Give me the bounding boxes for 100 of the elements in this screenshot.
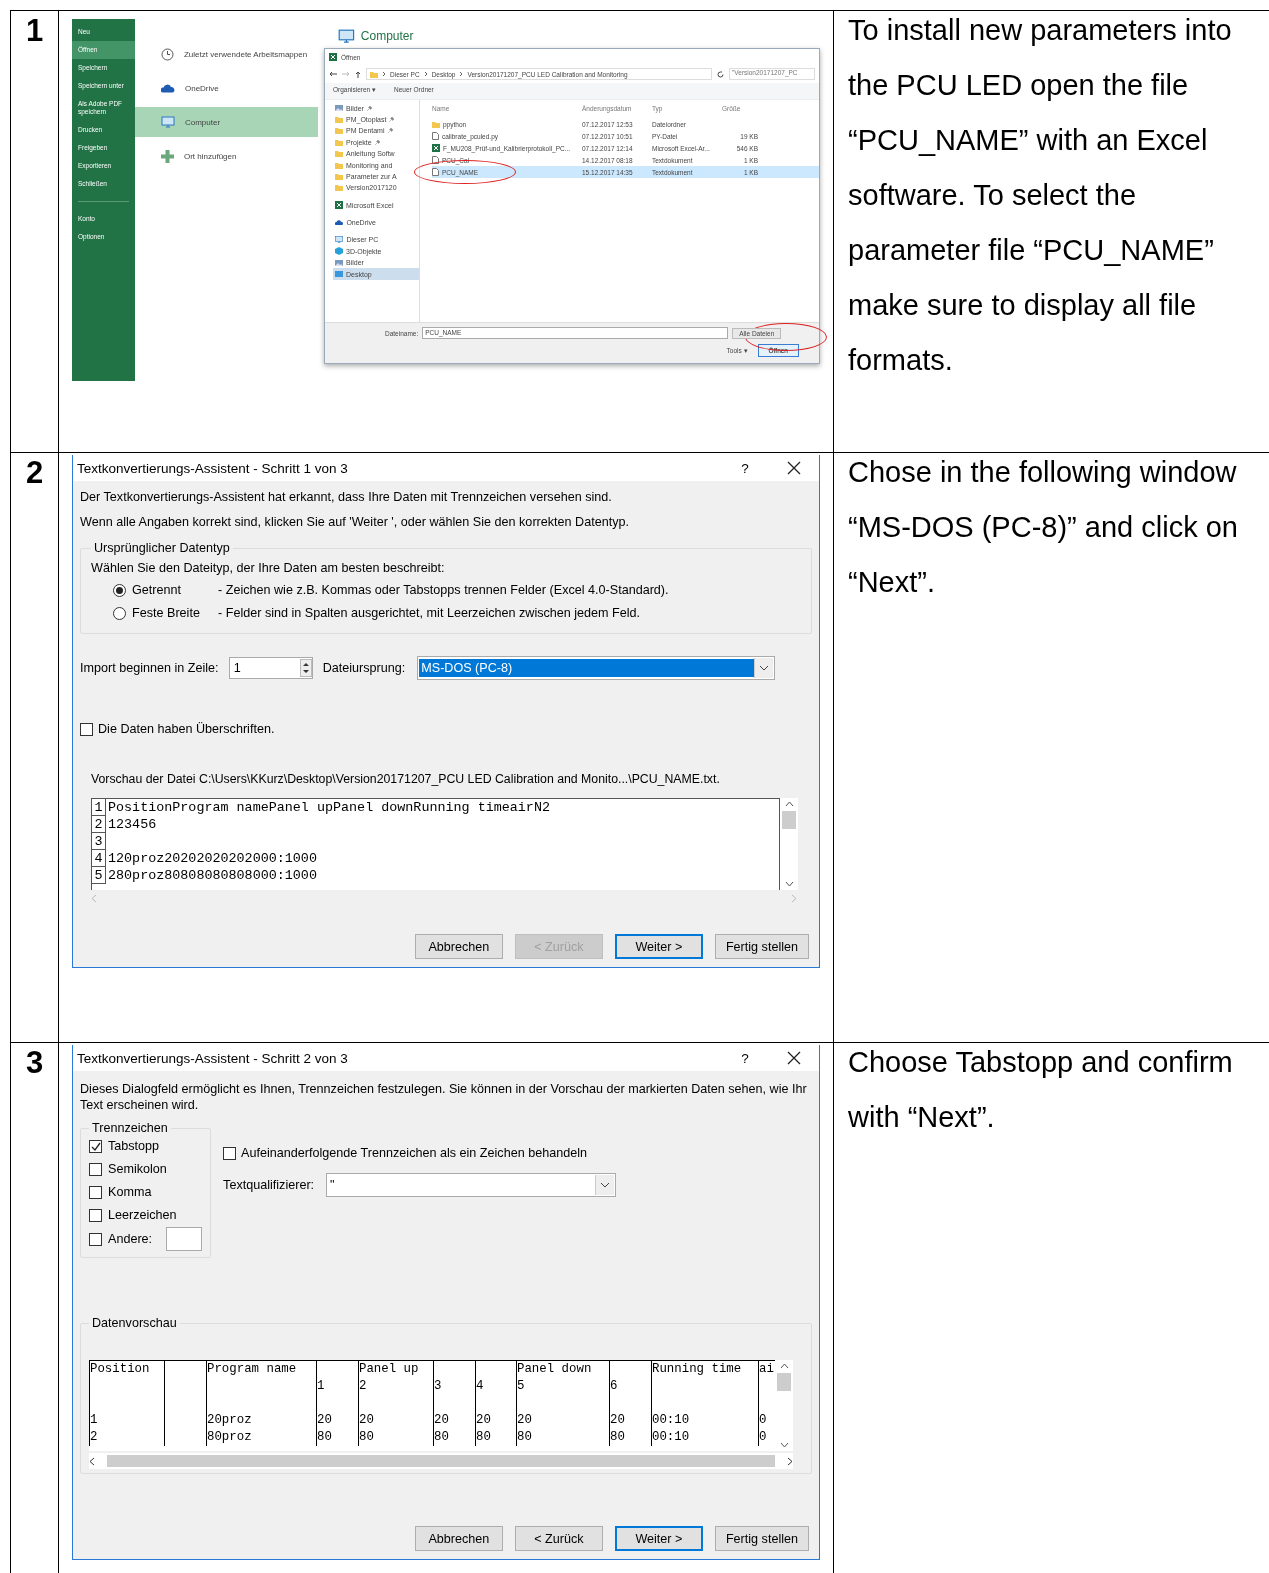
caret-down-icon — [759, 665, 770, 671]
table-cell: 80 — [316, 1429, 358, 1446]
scroll-right-icon — [791, 893, 797, 903]
refresh-icon[interactable] — [717, 70, 724, 78]
plus-icon — [160, 149, 174, 163]
instruction-text: Chose in the following window “MS-DOS (PC-8)” and click on “Next”. — [848, 455, 1239, 600]
input-field[interactable] — [166, 1227, 203, 1251]
scroll-thumb[interactable] — [782, 811, 796, 829]
chevron-right-icon — [382, 71, 386, 78]
checkbox-label[interactable]: Tabstopp — [108, 1135, 160, 1158]
table-cell: 20proz — [206, 1412, 316, 1429]
checkbox-label[interactable]: Andere: — [108, 1227, 153, 1251]
intro-text: Dieses Dialogfeld ermöglicht es Ihnen, Trennzeichen festzulegen. Sie können in der Vorschau der markierten Daten sehen, wie Ihr Text erscheinen wird. — [79, 1081, 808, 1113]
table-cell: 20 — [475, 1412, 516, 1429]
checkbox[interactable] — [80, 722, 93, 736]
qualifier-dropdown[interactable]: " — [326, 1173, 617, 1197]
step-number: 3 — [25, 1045, 44, 1081]
spreadsheet-icon — [335, 201, 343, 210]
chevron-right-icon — [423, 71, 428, 78]
cloud-icon — [160, 83, 175, 93]
preview-line: 123456 — [107, 816, 157, 833]
dialog-button[interactable]: Weiter > — [614, 1526, 703, 1551]
group-prompt: Wählen Sie den Dateityp, der Ihre Daten am besten beschreibt: — [91, 561, 445, 575]
table-cell: 2 — [358, 1378, 433, 1395]
field-label: Dateiursprung: — [322, 661, 406, 675]
checkbox[interactable] — [89, 1209, 102, 1222]
dialog-button[interactable]: Weiter > — [614, 934, 703, 959]
line-number: 1 — [92, 799, 106, 816]
instruction-text: Choose Tabstopp and confirm with “Next”. — [848, 1045, 1234, 1135]
dialog-button[interactable]: Abbrechen — [414, 934, 503, 959]
radio-button[interactable] — [113, 607, 126, 620]
table-cell: 00:10 — [651, 1412, 758, 1429]
table-cell: 20 — [433, 1412, 475, 1429]
picture-icon — [335, 259, 343, 266]
checkbox-label[interactable]: Semikolon — [108, 1158, 167, 1181]
checkbox-label[interactable]: Aufeinanderfolgende Trennzeichen als ein Zeichen behandeln — [241, 1146, 587, 1160]
checkbox-label[interactable]: Komma — [108, 1181, 152, 1204]
location-item[interactable]: Ort hinzufügen — [134, 141, 318, 171]
intro-text: Wenn alle Angaben korrekt sind, klicken Sie auf 'Weiter ', oder wählen Sie den korrekten Datentyp. — [80, 515, 629, 529]
help-button[interactable]: ? — [725, 460, 765, 476]
table-cell: Panel up — [358, 1361, 433, 1378]
table-cell: 20 — [516, 1412, 609, 1429]
preview-line: PositionProgram namePanel upPanel downRunning timeairN2 — [107, 799, 550, 816]
checkbox[interactable] — [89, 1186, 102, 1199]
table-cell: 80 — [609, 1429, 651, 1446]
file-icon — [432, 132, 439, 141]
close-icon[interactable] — [787, 1051, 801, 1065]
checkbox-label[interactable]: Leerzeichen — [108, 1204, 177, 1227]
scroll-thumb[interactable] — [777, 1373, 791, 1391]
location-item[interactable]: OneDrive — [134, 73, 318, 103]
scroll-down-icon — [779, 1442, 789, 1448]
origin-dropdown[interactable]: MS-DOS (PC-8) — [417, 656, 776, 680]
checkbox[interactable] — [223, 1146, 237, 1160]
radio-description: - Felder sind in Spalten ausgerichtet, mit Leerzeichen zwischen jedem Feld. — [218, 605, 641, 622]
help-button[interactable]: ? — [725, 1050, 765, 1066]
line-number: 4 — [92, 850, 106, 867]
dialog-button[interactable]: Abbrechen — [414, 1526, 503, 1551]
step-number: 2 — [25, 455, 44, 491]
location-item[interactable]: Zuletzt verwendete Arbeitsmappen — [134, 39, 318, 69]
picture-icon — [335, 105, 343, 112]
scroll-down-icon — [784, 881, 794, 887]
table-cell: 6 — [609, 1378, 651, 1395]
scroll-up-icon — [779, 1363, 789, 1369]
scroll-left-icon — [91, 893, 97, 903]
monitor-icon — [338, 29, 355, 44]
location-item[interactable]: Computer — [134, 107, 318, 137]
dialog-button[interactable]: Fertig stellen — [714, 1526, 809, 1551]
table-cell: Program name — [206, 1361, 316, 1378]
monitor-icon — [335, 236, 344, 244]
close-icon[interactable] — [787, 461, 801, 475]
step-number: 1 — [25, 13, 44, 49]
window-title: Textkonvertierungs-Assistent - Schritt 1 von 3 — [77, 460, 349, 476]
cube-icon — [335, 247, 343, 256]
checkbox[interactable] — [89, 1163, 102, 1176]
table-cell: 20 — [358, 1412, 433, 1429]
table-cell: Position — [89, 1361, 164, 1378]
dialog-button[interactable]: < Zurück — [514, 1526, 603, 1551]
line-number: 5 — [92, 867, 106, 884]
checkbox-label[interactable]: Die Daten haben Überschriften. — [98, 722, 275, 736]
checkbox[interactable] — [89, 1140, 102, 1153]
group-title: Datenvorschau — [91, 1316, 178, 1330]
cloud-icon — [335, 219, 344, 226]
table-cell: 20 — [609, 1412, 651, 1429]
dialog-button[interactable]: Fertig stellen — [714, 934, 809, 959]
row-number-spinner[interactable]: 1 — [228, 657, 313, 679]
instruction-text: To install new parameters into the PCU LED open the file “PCU_NAME” with an Excel software. To select the parameter file “PCU_NAME” make sure to display all file formats. — [848, 13, 1233, 378]
up-arrow-icon[interactable] — [355, 70, 361, 78]
radio-description: - Zeichen wie z.B. Kommas oder Tabstopps trennen Felder (Excel 4.0-Standard). — [218, 582, 669, 599]
back-icon[interactable] — [329, 71, 337, 78]
radio-label[interactable]: Getrennt — [132, 579, 212, 602]
intro-text: Der Textkonvertierungs-Assistent hat erkannt, dass Ihre Daten mit Trennzeichen versehen sind. — [80, 490, 612, 504]
location-heading: Computer — [360, 29, 414, 44]
field-label: Import beginnen in Zeile: — [80, 661, 219, 675]
checkbox[interactable] — [89, 1232, 102, 1246]
preview-caption: Vorschau der Datei C:\Users\KKurz\Desktop\Version20171207_PCU LED Calibration and Monito...\PCU_NAME.txt. — [91, 772, 720, 786]
scroll-left-icon — [89, 1456, 95, 1466]
radio-label[interactable]: Feste Breite — [132, 602, 212, 625]
spreadsheet-icon — [329, 53, 337, 62]
scroll-thumb[interactable] — [107, 1455, 775, 1467]
radio-button[interactable] — [113, 584, 126, 597]
